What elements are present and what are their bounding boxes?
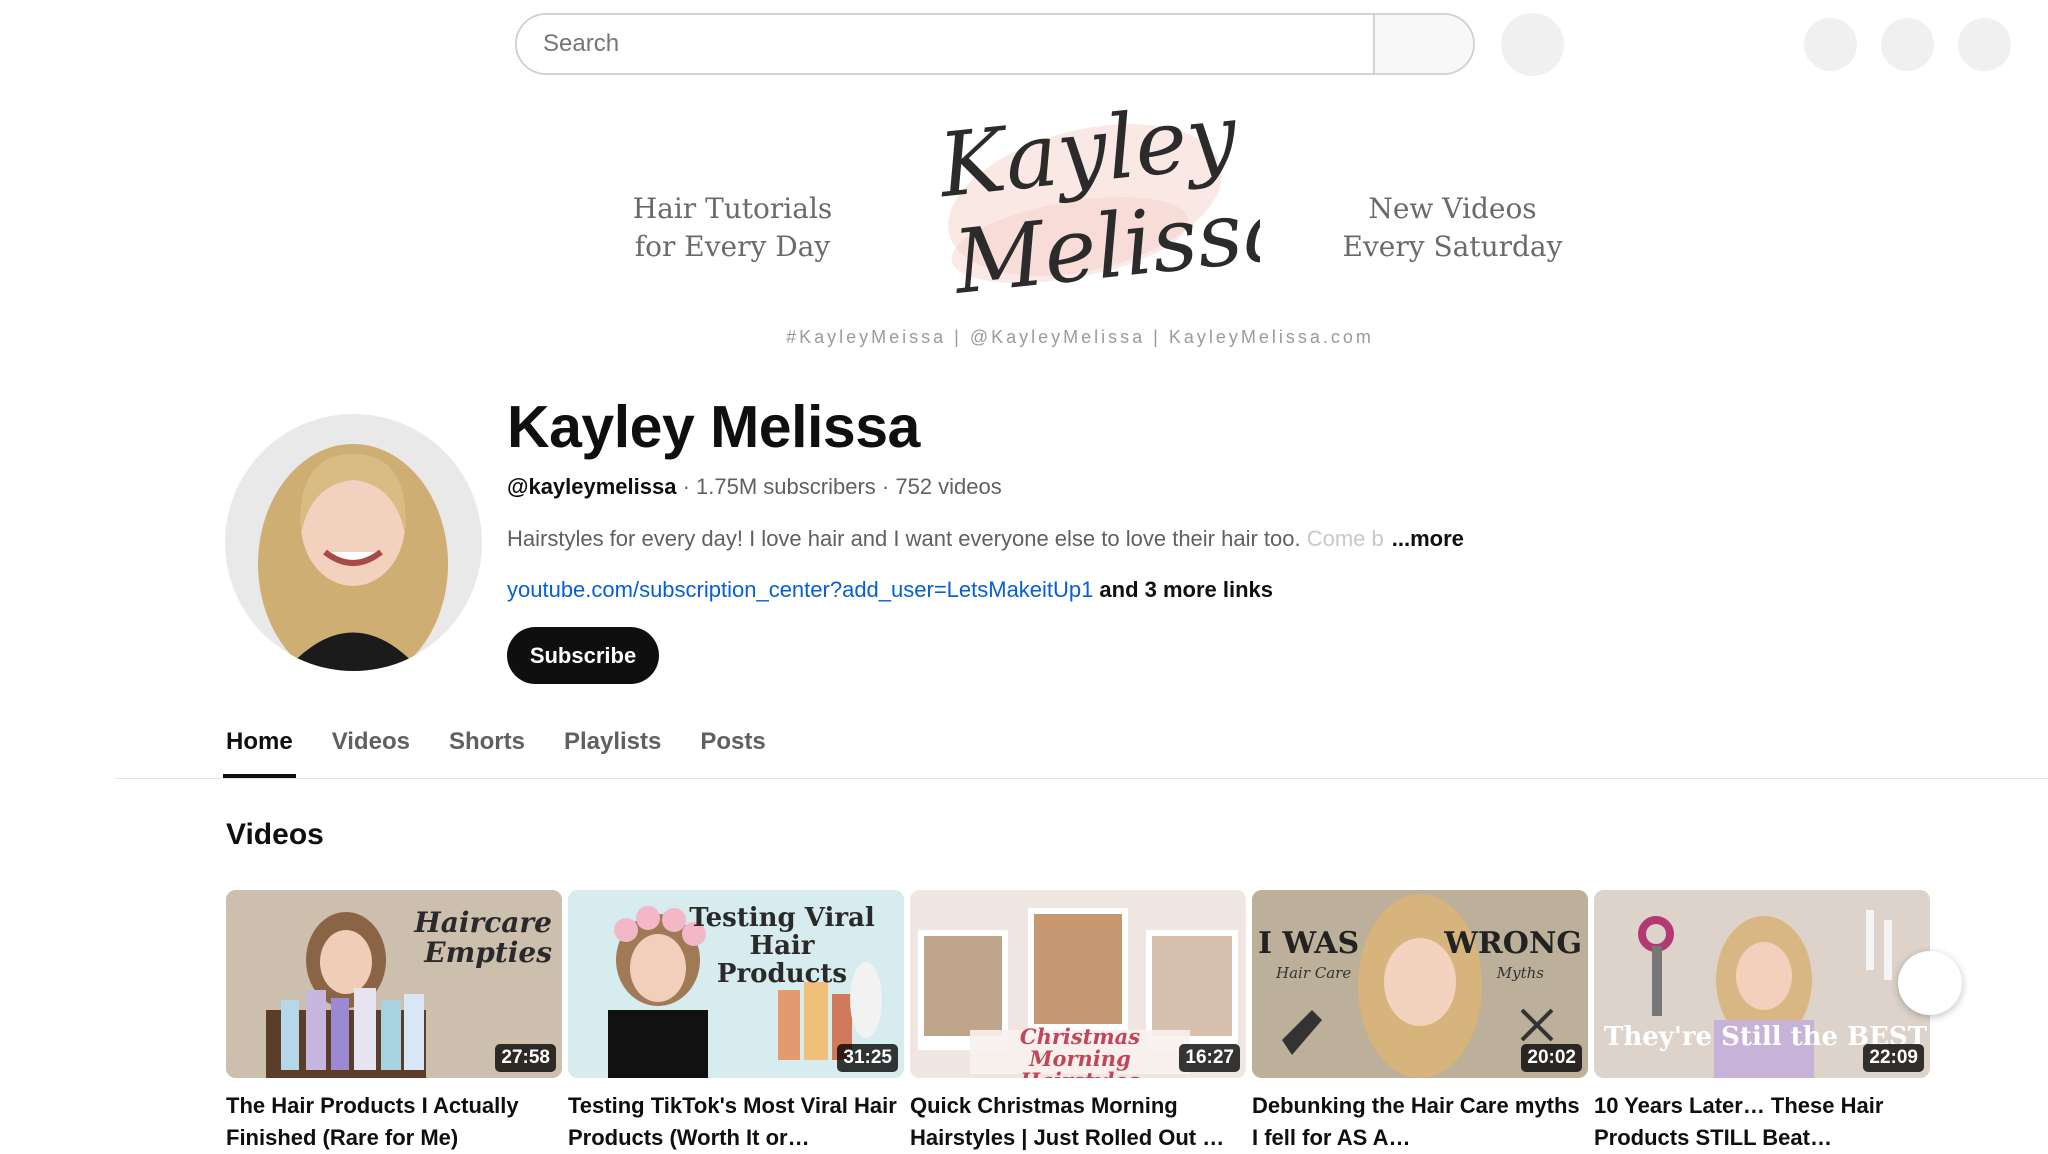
video-thumbnail[interactable]: They're Still the BEST! 22:09: [1594, 890, 1930, 1078]
video-duration: 22:09: [1863, 1044, 1924, 1072]
video-duration: 31:25: [837, 1044, 898, 1072]
video-title[interactable]: Quick Christmas Morning Hairstyles | Jus…: [910, 1090, 1246, 1154]
subscriber-count: 1.75M subscribers: [696, 474, 876, 499]
banner-tagline-left-line1: Hair Tutorials: [632, 192, 833, 225]
create-icon[interactable]: [1804, 18, 1857, 71]
channel-link[interactable]: youtube.com/subscription_center?add_user…: [507, 577, 1093, 602]
notifications-icon[interactable]: [1881, 18, 1934, 71]
search-button[interactable]: [1373, 15, 1473, 73]
channel-name: Kayley Melissa: [507, 394, 920, 460]
thumbnail-subcaption-right: Myths: [1496, 964, 1544, 982]
thumbnail-caption: Haircare Empties: [414, 906, 552, 969]
video-thumbnail[interactable]: Haircare Empties 27:58: [226, 890, 562, 1078]
banner-logo: Kayley Melissa: [932, 90, 1260, 314]
banner-tagline-right-line2: Every Saturday: [1342, 230, 1563, 263]
video-title[interactable]: The Hair Products I Actually Finished (R…: [226, 1090, 562, 1154]
thumbnail-caption-left: I WAS: [1258, 926, 1360, 961]
meta-separator: ·: [875, 474, 896, 499]
thumbnail-caption: Testing Viral Hair Products: [689, 903, 875, 989]
video-thumbnail[interactable]: Testing Viral Hair Products 31:25: [568, 890, 904, 1078]
meta-separator: ·: [676, 474, 697, 499]
video-duration: 16:27: [1179, 1044, 1240, 1072]
subscribe-button[interactable]: Subscribe: [507, 627, 659, 684]
banner-tagline-right-line1: New Videos: [1368, 192, 1537, 225]
tab-posts[interactable]: Posts: [700, 722, 765, 778]
video-thumbnail[interactable]: Christmas Morning Hairstyles 16:27: [910, 890, 1246, 1078]
video-count: 752 videos: [895, 474, 1002, 499]
more-links-button[interactable]: and 3 more links: [1099, 577, 1273, 602]
channel-banner: Hair Tutorials for Every Day Kayley Meli…: [0, 90, 2048, 360]
video-title[interactable]: 10 Years Later… These Hair Products STIL…: [1594, 1090, 1930, 1154]
channel-description[interactable]: Hairstyles for every day! I love hair an…: [507, 526, 1464, 552]
banner-tagline-right: New Videos Every Saturday: [1340, 190, 1565, 266]
video-card[interactable]: Testing Viral Hair Products 31:25 Testin…: [568, 890, 904, 1154]
tabs-divider: [115, 778, 2048, 779]
search-bar[interactable]: [515, 13, 1475, 75]
shelf-next-button[interactable]: [1898, 951, 1962, 1015]
video-card[interactable]: They're Still the BEST! 22:09 10 Years L…: [1594, 890, 1930, 1154]
thumbnail-caption: Christmas Morning Hairstyles: [1019, 1024, 1141, 1079]
video-card[interactable]: I WAS WRONG Hair Care Myths 20:02 Debunk…: [1252, 890, 1588, 1154]
description-text: Hairstyles for every day! I love hair an…: [507, 526, 1301, 551]
video-title[interactable]: Testing TikTok's Most Viral Hair Product…: [568, 1090, 904, 1154]
channel-handle: @kayleymelissa: [507, 474, 677, 499]
channel-meta: @kayleymelissa · 1.75M subscribers · 752…: [507, 474, 1002, 500]
video-title[interactable]: Debunking the Hair Care myths I fell for…: [1252, 1090, 1588, 1154]
video-card[interactable]: Haircare Empties 27:58 The Hair Products…: [226, 890, 562, 1154]
thumbnail-subcaption-left: Hair Care: [1276, 964, 1352, 982]
video-duration: 27:58: [495, 1044, 556, 1072]
tab-videos[interactable]: Videos: [332, 722, 410, 778]
account-avatar[interactable]: [1958, 18, 2011, 71]
tab-playlists[interactable]: Playlists: [564, 722, 661, 778]
description-fade: Come b: [1300, 526, 1384, 551]
video-card[interactable]: Christmas Morning Hairstyles 16:27 Quick…: [910, 890, 1246, 1154]
section-title: Videos: [226, 818, 324, 851]
search-input[interactable]: [517, 15, 1373, 73]
thumbnail-caption-right: WRONG: [1444, 926, 1582, 961]
channel-avatar[interactable]: [225, 414, 482, 671]
channel-tabs: Home Videos Shorts Playlists Posts: [223, 722, 805, 778]
voice-search-icon[interactable]: [1501, 13, 1564, 76]
banner-tagline-left: Hair Tutorials for Every Day: [620, 190, 845, 266]
banner-handles: #KayleyMeissa | @KayleyMelissa | KayleyM…: [786, 327, 1374, 347]
video-thumbnail[interactable]: I WAS WRONG Hair Care Myths 20:02: [1252, 890, 1588, 1078]
more-button[interactable]: ...more: [1392, 526, 1464, 551]
tab-shorts[interactable]: Shorts: [449, 722, 525, 778]
banner-tagline-left-line2: for Every Day: [634, 230, 831, 263]
channel-links: youtube.com/subscription_center?add_user…: [507, 577, 1273, 603]
video-duration: 20:02: [1521, 1044, 1582, 1072]
tab-home[interactable]: Home: [223, 722, 296, 778]
